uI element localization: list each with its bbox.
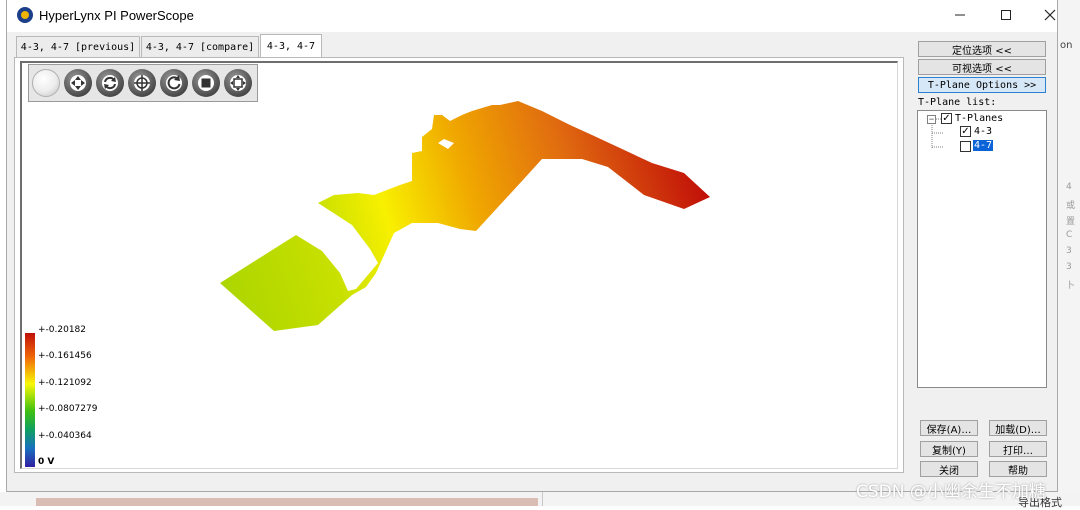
legend-label: +-0.040364 (38, 431, 92, 441)
tplane-tree[interactable]: − ✓ T-Planes ✓ 4-3 4-7 (917, 110, 1047, 388)
fit-button[interactable] (224, 69, 252, 97)
pan-icon (70, 75, 86, 91)
maximize-button[interactable] (983, 0, 1029, 30)
locate-options-button[interactable]: 定位选项 << (918, 41, 1046, 57)
background-panel (36, 498, 538, 506)
legend-label: +-0.161456 (38, 351, 92, 361)
legend-label: +-0.20182 (38, 325, 87, 335)
background-divider (542, 492, 543, 506)
reset-view-icon (166, 75, 182, 91)
tree-item-4-3[interactable]: 4-3 (974, 126, 992, 137)
tab-compare[interactable]: 4-3, 4-7 [compare] (141, 36, 259, 57)
plane-shape (220, 101, 710, 331)
view-toolbar (28, 64, 258, 102)
minimize-icon (955, 14, 965, 16)
help-button[interactable]: 帮助 (989, 461, 1047, 477)
title-bar[interactable]: HyperLynx PI PowerScope (7, 0, 1057, 32)
tplane-options-button[interactable]: T-Plane Options >> (918, 77, 1046, 93)
load-button[interactable]: 加载(D)… (989, 420, 1047, 436)
pan-button[interactable] (64, 69, 92, 97)
fit-icon (230, 75, 246, 91)
sphere-button[interactable] (32, 69, 60, 97)
stop-button[interactable] (192, 69, 220, 97)
checkmark-icon: ✓ (961, 126, 970, 137)
minimize-button[interactable] (937, 0, 983, 30)
window-title: HyperLynx PI PowerScope (39, 8, 194, 23)
tplane-list-label: T-Plane list: (918, 97, 997, 108)
close-icon (1044, 9, 1056, 21)
tab-previous[interactable]: 4-3, 4-7 [previous] (16, 36, 140, 57)
stop-icon (198, 75, 214, 91)
background-window-text: on (1060, 40, 1073, 51)
close-button[interactable]: 关闭 (920, 461, 978, 477)
tree-root-label[interactable]: T-Planes (955, 113, 1003, 124)
rotate-icon (102, 75, 118, 91)
visual-options-button[interactable]: 可视选项 << (918, 59, 1046, 75)
background-window-edge: on 4 或 置 C 3 3 卜 (1058, 0, 1080, 506)
tplanes-root-checkbox[interactable]: ✓ (941, 113, 952, 124)
legend-label: +-0.121092 (38, 378, 92, 388)
tplane-4-3-checkbox[interactable]: ✓ (960, 126, 971, 137)
legend-label: 0 V (38, 457, 55, 467)
reset-view-button[interactable] (160, 69, 188, 97)
csdn-watermark: CSDN @小幽余生不加糖 (856, 482, 1046, 502)
plane-render (220, 101, 710, 331)
tree-item-4-7[interactable]: 4-7 (973, 140, 994, 151)
close-window-button[interactable] (1027, 0, 1073, 30)
plane-viewport[interactable] (20, 61, 898, 469)
maximize-icon (1001, 10, 1011, 20)
target-icon (134, 75, 150, 91)
rotate-button[interactable] (96, 69, 124, 97)
save-button[interactable]: 保存(A)… (920, 420, 978, 436)
color-scale-bar (25, 333, 35, 467)
print-button[interactable]: 打印… (989, 441, 1047, 457)
copy-button[interactable]: 复制(Y) (920, 441, 978, 457)
legend-label: +-0.0807279 (38, 404, 98, 414)
tplane-4-7-checkbox[interactable] (960, 141, 971, 152)
checkmark-icon: ✓ (942, 113, 951, 124)
app-logo-icon (17, 7, 33, 23)
target-button[interactable] (128, 69, 156, 97)
collapse-icon[interactable]: − (927, 115, 936, 124)
tab-current[interactable]: 4-3, 4-7 (260, 34, 322, 58)
